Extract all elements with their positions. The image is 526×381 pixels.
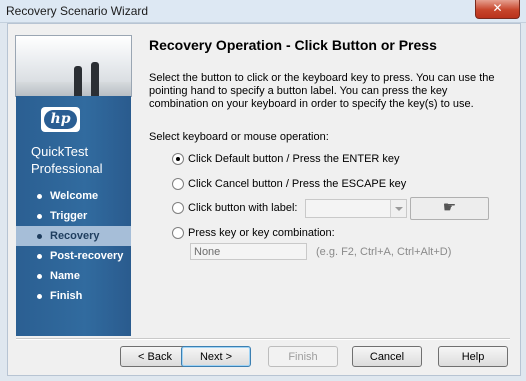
bullet-icon xyxy=(37,234,42,239)
hp-logo: hp xyxy=(41,107,80,132)
step-label: Post-recovery xyxy=(50,250,124,262)
button-label-combo[interactable] xyxy=(305,199,407,218)
step-welcome: Welcome xyxy=(16,186,131,206)
step-name: Name xyxy=(16,266,131,286)
key-hint: (e.g. F2, Ctrl+A, Ctrl+Alt+D) xyxy=(316,246,452,258)
bullet-icon xyxy=(37,194,42,199)
step-list: Welcome Trigger Recovery Post-recovery N… xyxy=(16,186,131,306)
radio-selected-dot xyxy=(176,157,180,161)
option-label[interactable]: Click button with label: xyxy=(188,201,297,215)
step-post-recovery: Post-recovery xyxy=(16,246,131,266)
option-label[interactable]: Click Default button / Press the ENTER k… xyxy=(188,152,400,166)
radio-button[interactable] xyxy=(172,227,184,239)
page-title: Recovery Operation - Click Button or Pre… xyxy=(149,37,437,53)
radio-button[interactable] xyxy=(172,153,184,165)
chevron-down-icon[interactable] xyxy=(390,200,406,217)
help-button[interactable]: Help xyxy=(438,346,508,367)
bullet-icon xyxy=(37,294,42,299)
step-label: Trigger xyxy=(50,210,88,222)
title-bar: Recovery Scenario Wizard ✕ xyxy=(0,0,526,23)
bullet-icon xyxy=(37,214,42,219)
step-trigger: Trigger xyxy=(16,206,131,226)
radio-button[interactable] xyxy=(172,202,184,214)
banner-image xyxy=(15,35,132,97)
pointing-hand-icon: ☛ xyxy=(442,199,457,216)
back-button[interactable]: < Back xyxy=(120,346,190,367)
bullet-icon xyxy=(37,254,42,259)
close-button[interactable]: ✕ xyxy=(475,0,520,19)
option-label[interactable]: Click Cancel button / Press the ESCAPE k… xyxy=(188,177,406,191)
step-label: Recovery xyxy=(50,230,100,242)
bullet-icon xyxy=(37,274,42,279)
step-finish: Finish xyxy=(16,286,131,306)
product-name: QuickTest Professional xyxy=(31,143,103,177)
pointing-hand-button[interactable]: ☛ xyxy=(410,197,489,220)
cancel-button[interactable]: Cancel xyxy=(352,346,422,367)
key-combination-field[interactable]: None xyxy=(190,243,307,260)
hp-logo-text: hp xyxy=(44,110,77,129)
option-label[interactable]: Press key or key combination: xyxy=(188,226,335,240)
step-recovery: Recovery xyxy=(16,226,131,246)
banner-person-1 xyxy=(74,66,82,96)
product-name-line2: Professional xyxy=(31,161,103,176)
product-name-line1: QuickTest xyxy=(31,144,89,159)
radio-button[interactable] xyxy=(172,178,184,190)
step-label: Name xyxy=(50,270,80,282)
step-label: Welcome xyxy=(50,190,99,202)
page-description: Select the button to click or the keyboa… xyxy=(149,72,495,110)
window-title: Recovery Scenario Wizard xyxy=(6,4,149,18)
footer-separator xyxy=(16,338,510,340)
wizard-window: Recovery Scenario Wizard ✕ hp QuickTest … xyxy=(0,0,526,381)
banner-person-2 xyxy=(91,62,99,96)
operation-label: Select keyboard or mouse operation: xyxy=(149,131,329,143)
next-button[interactable]: Next > xyxy=(181,346,251,367)
wizard-sidebar: hp QuickTest Professional Welcome Trigge… xyxy=(16,96,131,336)
finish-button[interactable]: Finish xyxy=(268,346,338,367)
step-label: Finish xyxy=(50,290,83,302)
